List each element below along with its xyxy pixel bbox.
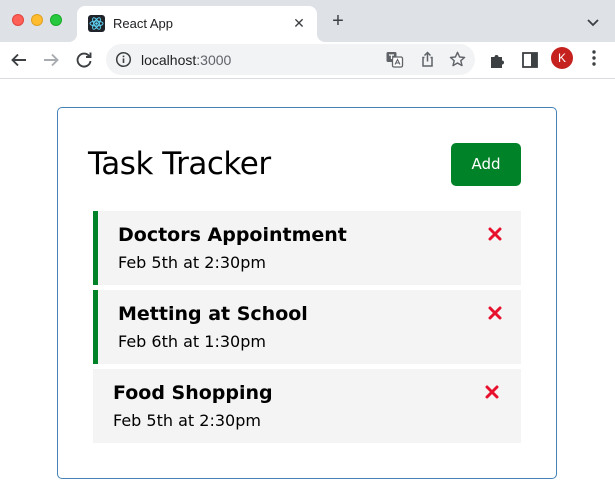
task-item[interactable]: Metting at School Feb 6th at 1:30pm <box>93 290 521 364</box>
task-day: Feb 5th at 2:30pm <box>118 253 266 272</box>
translate-icon[interactable] <box>385 50 404 69</box>
url-port: :3000 <box>196 52 232 68</box>
task-text: Doctors Appointment <box>118 224 347 246</box>
task-tracker-container: Task Tracker Add Doctors Appointment Feb… <box>57 107 557 479</box>
add-task-button[interactable]: Add <box>451 143 521 186</box>
profile-avatar[interactable]: K <box>551 47 573 69</box>
info-icon[interactable] <box>115 51 132 68</box>
tab-react-app[interactable]: React App ✕ <box>77 6 317 42</box>
close-window-button[interactable] <box>12 14 24 26</box>
new-tab-button[interactable]: + <box>327 11 349 33</box>
side-panel-icon[interactable] <box>519 49 541 71</box>
task-day: Feb 5th at 2:30pm <box>113 411 261 430</box>
task-item[interactable]: Food Shopping Feb 5th at 2:30pm <box>93 369 521 443</box>
task-text: Metting at School <box>118 303 308 325</box>
chevron-down-icon[interactable] <box>584 13 602 31</box>
task-item[interactable]: Doctors Appointment Feb 5th at 2:30pm <box>93 211 521 285</box>
delete-x-icon[interactable] <box>485 385 499 399</box>
maximize-window-button[interactable] <box>50 14 62 26</box>
tab-title: React App <box>113 16 173 31</box>
browser-toolbar: localhost:3000 <box>0 42 615 79</box>
forward-arrow-icon[interactable] <box>38 47 64 73</box>
tab-strip: React App ✕ + <box>0 0 615 42</box>
browser-chrome: React App ✕ + localhost:3000 K <box>0 0 615 79</box>
header: Task Tracker Add <box>88 143 523 188</box>
url-host: localhost <box>141 52 197 68</box>
address-bar[interactable]: localhost:3000 <box>106 44 475 75</box>
bookmark-star-icon[interactable] <box>448 50 467 69</box>
share-icon[interactable] <box>418 50 437 69</box>
delete-x-icon[interactable] <box>488 227 502 241</box>
delete-x-icon[interactable] <box>488 306 502 320</box>
page-title: Task Tracker <box>88 146 271 182</box>
more-menu-icon[interactable] <box>584 47 604 69</box>
task-day: Feb 6th at 1:30pm <box>118 332 266 351</box>
task-text: Food Shopping <box>113 382 273 404</box>
react-icon <box>88 15 105 32</box>
url-text: localhost:3000 <box>141 52 231 68</box>
tab-close-icon[interactable]: ✕ <box>289 13 309 33</box>
back-arrow-icon[interactable] <box>6 47 32 73</box>
minimize-window-button[interactable] <box>31 14 43 26</box>
extensions-puzzle-icon[interactable] <box>487 49 509 71</box>
reload-icon[interactable] <box>71 47 97 73</box>
